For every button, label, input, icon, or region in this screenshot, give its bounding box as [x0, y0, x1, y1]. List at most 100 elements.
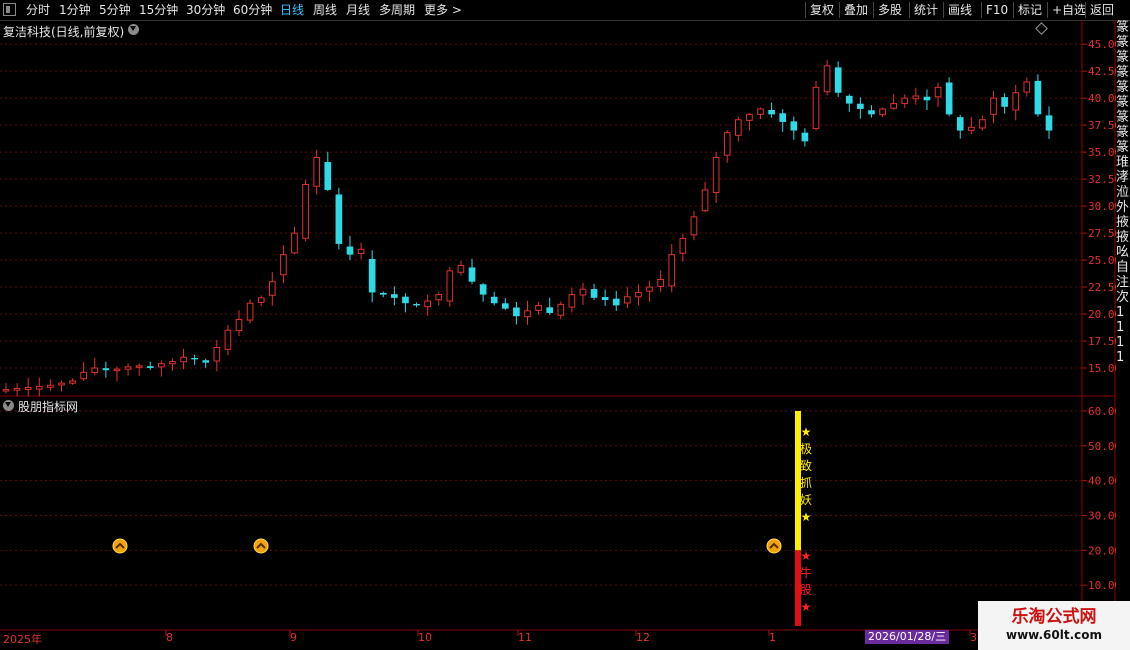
candle-body-down	[779, 113, 787, 122]
candle-body-up	[158, 363, 165, 368]
toolbar-button-5[interactable]: F10	[986, 2, 1008, 18]
candle-body-up	[69, 380, 76, 384]
candle-body-up	[823, 65, 831, 93]
candle-body-up	[280, 254, 287, 276]
candle-body-down	[834, 67, 842, 93]
candle-body-up	[668, 254, 676, 287]
tab-5[interactable]: 60分钟	[233, 2, 272, 18]
tab-3[interactable]: 15分钟	[139, 2, 178, 18]
indicator-label: 10.00	[1088, 579, 1116, 592]
tab-9[interactable]: 多周期	[379, 2, 415, 18]
tab-2[interactable]: 5分钟	[99, 2, 131, 18]
toolbar-separator	[943, 2, 944, 18]
candle-body-down	[857, 103, 864, 109]
x-label-oct: 10	[418, 631, 432, 644]
candle-body-down	[368, 258, 376, 293]
toolbar-button-7[interactable]: +自选	[1052, 2, 1086, 18]
tab-10[interactable]: 更多 >	[424, 2, 462, 18]
candle-body-up	[24, 386, 32, 390]
candle-body-up	[246, 302, 254, 321]
tab-1[interactable]: 1分钟	[59, 2, 91, 18]
candle-body-up	[424, 300, 431, 308]
candle-body-up	[690, 216, 698, 236]
price-label: 27.50	[1088, 227, 1116, 240]
chart-canvas[interactable]: 45.00 42.50 40.00 37.50 35.00 32.50 30.00 27.50…	[0, 20, 1116, 650]
candle-body-up	[235, 318, 243, 332]
candle-body-down	[546, 307, 554, 313]
candle-body-down	[202, 360, 210, 363]
watermark-title: 乐淘公式网	[1011, 607, 1097, 627]
candle-body-up	[357, 248, 365, 254]
menu-icon[interactable]	[3, 3, 16, 16]
red-signal-label: ★ 牛股 ★	[799, 548, 813, 616]
indicator-dropdown-icon[interactable]	[3, 400, 14, 411]
indicator-label: 30.00	[1088, 509, 1116, 522]
x-label-mar: 3	[970, 631, 977, 644]
tab-0[interactable]: 分时	[26, 2, 50, 18]
period-toolbar: 分时 1分钟 5分钟 15分钟 30分钟 60分钟 日线 周线 月线 多周期 更多 > 复权 叠加 多股…	[0, 0, 1130, 21]
candle-body-up	[723, 132, 731, 156]
candle-body-up	[35, 385, 43, 390]
yellow-signal-char: 极	[799, 442, 812, 456]
toolbar-separator	[805, 2, 806, 18]
signal-marker-icon	[253, 538, 269, 554]
tab-6[interactable]: 日线	[280, 2, 304, 18]
candle-body-up	[169, 361, 176, 365]
x-label-2025: 2025年	[3, 633, 42, 646]
candle-body-up	[579, 288, 587, 296]
candle-body-up	[313, 157, 321, 187]
price-label: 15.00	[1088, 362, 1116, 375]
yellow-signal-char: ★	[800, 425, 812, 439]
candle-body-down	[612, 298, 620, 306]
candle-body-up	[213, 347, 221, 362]
right-info-strip: 篆篆篆篆篆篆篆篆篆琟涍涖外掖掖吆自注次1111	[1116, 20, 1130, 365]
candle-body-down	[402, 296, 409, 304]
candle-body-up	[968, 126, 975, 131]
candle-body-down	[923, 96, 931, 101]
toolbar-button-3[interactable]: 统计	[914, 2, 938, 18]
toolbar-separator	[1013, 2, 1014, 18]
candle-body-up	[135, 365, 143, 368]
tab-4[interactable]: 30分钟	[186, 2, 225, 18]
candle-body-up	[58, 382, 65, 386]
indicator-label: 20.00	[1088, 544, 1116, 557]
candle-body-down	[468, 267, 476, 282]
candle-body-down	[346, 246, 354, 255]
toolbar-button-6[interactable]: 标记	[1018, 2, 1042, 18]
candle-body-up	[1023, 81, 1031, 93]
tab-7[interactable]: 周线	[313, 2, 337, 18]
candle-body-down	[324, 162, 332, 190]
candle-body-down	[868, 110, 875, 115]
red-signal-char: 牛	[799, 566, 812, 580]
candle-body-up	[302, 184, 309, 239]
toolbar-button-0[interactable]: 复权	[810, 2, 834, 18]
signal-marker-icon	[766, 538, 782, 554]
cursor-date-badge: 2026/01/28/三	[865, 630, 950, 644]
candle-body-down	[790, 121, 798, 131]
tab-8[interactable]: 月线	[346, 2, 370, 18]
x-label-jan: 1	[769, 631, 776, 644]
candle-body-up	[180, 356, 187, 363]
toolbar-button-4[interactable]: 画线	[948, 2, 972, 18]
candle-body-up	[435, 294, 443, 301]
price-label: 35.00	[1088, 146, 1116, 159]
toolbar-separator	[981, 2, 982, 18]
indicator-label: 50.00	[1088, 440, 1116, 453]
watermark-url: www.60lt.com	[1005, 628, 1103, 642]
candle-body-up	[879, 108, 886, 116]
candle-body-down	[1045, 115, 1053, 131]
toolbar-button-2[interactable]: 多股	[878, 2, 902, 18]
candle-body-down	[513, 307, 520, 317]
candle-body-up	[13, 388, 21, 391]
x-label-sep: 9	[290, 631, 297, 644]
candle-body-up	[635, 291, 642, 298]
candle-body-down	[501, 303, 509, 309]
candle-body-down	[335, 194, 343, 244]
x-label-aug: 8	[166, 631, 173, 644]
toolbar-button-1[interactable]: 叠加	[844, 2, 868, 18]
price-label: 30.00	[1088, 200, 1116, 213]
candle-body-down	[379, 292, 387, 295]
candle-body-up	[990, 97, 997, 115]
toolbar-button-8[interactable]: 返回	[1090, 2, 1114, 18]
candle-body-up	[113, 368, 121, 372]
